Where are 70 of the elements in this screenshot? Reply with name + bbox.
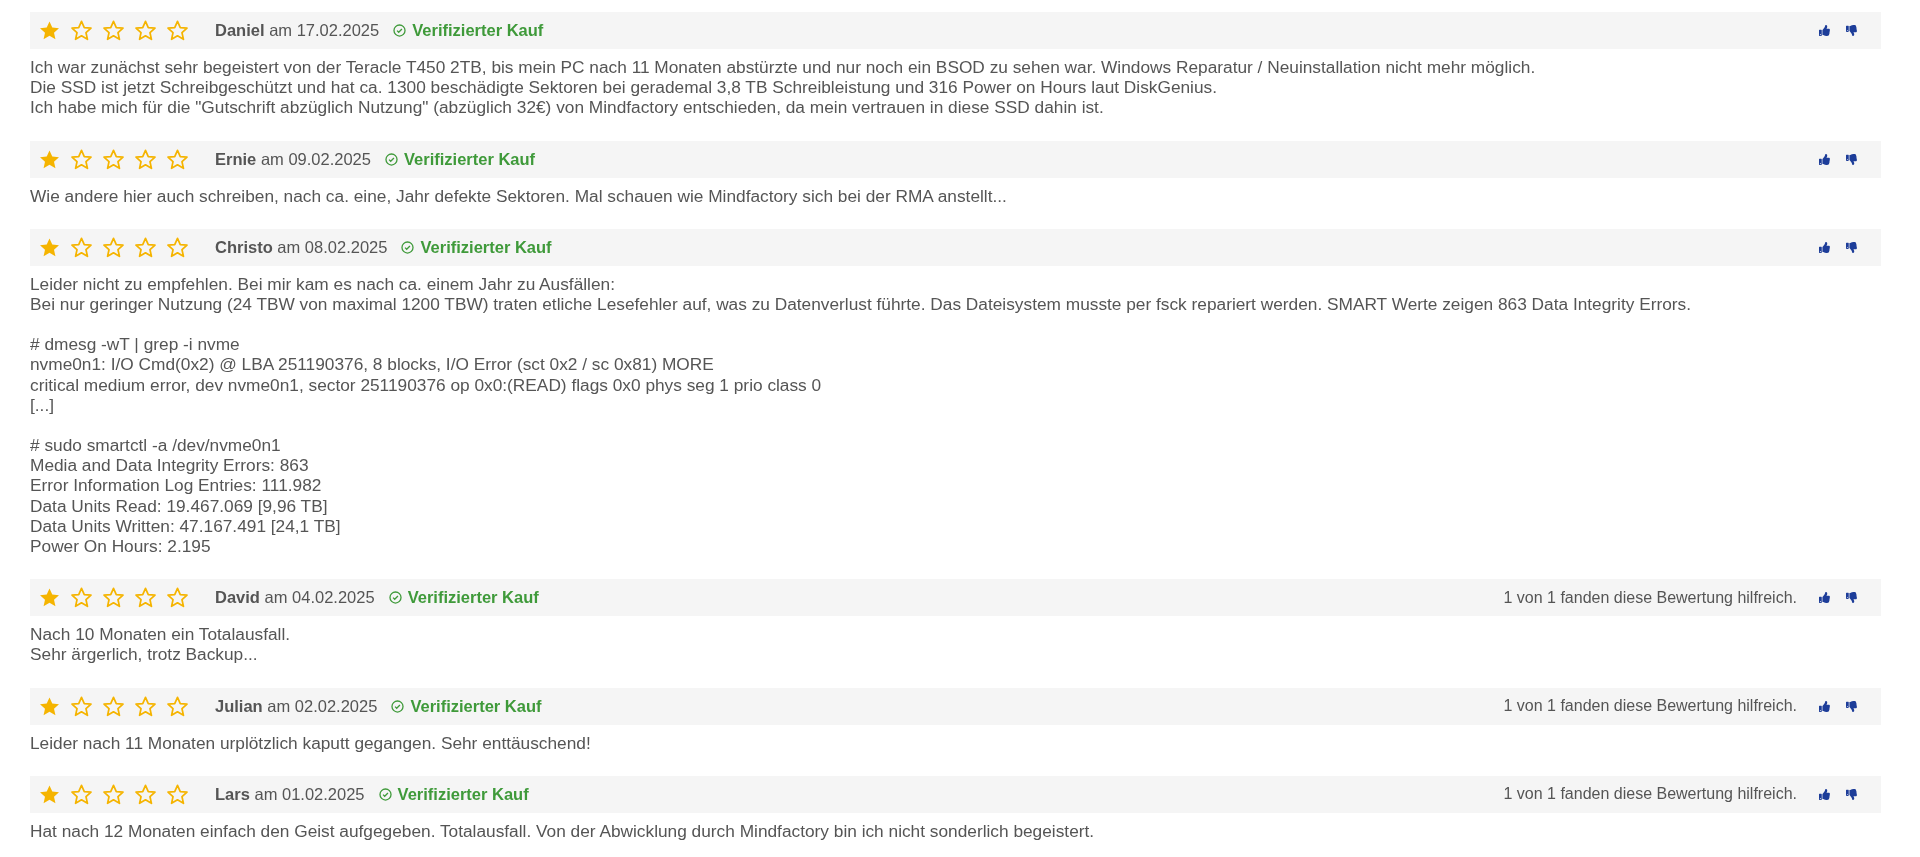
empty-star-icon	[166, 586, 189, 610]
empty-star-icon	[70, 147, 93, 171]
review-text: Leider nicht zu empfehlen. Bei mir kam es nach ca. einem Jahr zu Ausfällen: Bei nur geringer Nutzung (24 TBW von maximal 1200 TBW) traten etliche Lesefehler auf, was zu Datenverlust führte. Das Dateisystem musste per fsck repariert werden. SMART Werte zeigen 863 Data Integrity Errors.	[30, 273, 1692, 315]
thumbs-down-button[interactable]	[1846, 592, 1857, 604]
filled-star-icon	[38, 235, 61, 259]
empty-star-icon	[134, 147, 157, 171]
empty-star-icon	[166, 19, 189, 42]
thumbs-down-button[interactable]	[1846, 153, 1857, 165]
empty-star-icon	[70, 586, 93, 610]
empty-star-icon	[134, 235, 157, 259]
review-author: Ernie am 09.02.2025	[215, 149, 371, 169]
review-text: Wie andere hier auch schreiben, nach ca. eine, Jahr defekte Sektoren. Mal schauen wie Mindfactory sich bei der RMA anstellt...	[30, 185, 1008, 206]
helpful-count: 1 von 1 fanden diese Bewertung hilfreich.	[1503, 697, 1797, 716]
check-circle-icon	[378, 787, 392, 801]
review-author: Julian am 02.02.2025	[215, 696, 378, 716]
empty-star-icon	[134, 782, 157, 806]
filled-star-icon	[38, 782, 61, 806]
empty-star-icon	[134, 586, 157, 610]
empty-star-icon	[70, 19, 93, 42]
thumbs-up-button[interactable]	[1819, 25, 1830, 36]
empty-star-icon	[134, 694, 157, 718]
filled-star-icon	[38, 147, 61, 171]
verified-label: Verifizierter Kauf	[397, 784, 529, 804]
empty-star-icon	[166, 694, 189, 718]
empty-star-icon	[166, 235, 189, 259]
empty-star-icon	[70, 235, 93, 259]
thumbs-down-button[interactable]	[1846, 25, 1857, 36]
thumbs-down-button[interactable]	[1846, 700, 1857, 712]
thumbs-up-button[interactable]	[1819, 592, 1830, 604]
verified-label: Verifizierter Kauf	[410, 696, 542, 716]
helpful-count: 1 von 1 fanden diese Bewertung hilfreich.	[1503, 588, 1797, 607]
review-author: Daniel am 17.02.2025	[215, 21, 380, 40]
verified-label: Verifizierter Kauf	[412, 21, 544, 40]
check-circle-icon	[393, 24, 407, 37]
thumbs-down-button[interactable]	[1846, 241, 1857, 253]
verified-label: Verifizierter Kauf	[403, 149, 536, 169]
review-author: Lars am 01.02.2025	[215, 784, 365, 804]
helpful-count: 1 von 1 fanden diese Bewertung hilfreich.	[1503, 785, 1797, 804]
review-author: David am 04.02.2025	[215, 588, 375, 608]
empty-star-icon	[134, 19, 157, 42]
filled-star-icon	[38, 694, 61, 718]
thumbs-up-button[interactable]	[1819, 700, 1830, 712]
verified-label: Verifizierter Kauf	[420, 237, 552, 257]
empty-star-icon	[102, 19, 125, 42]
empty-star-icon	[166, 147, 189, 171]
thumbs-up-button[interactable]	[1819, 788, 1830, 800]
review-text: Leider nach 11 Monaten urplötzlich kaputt gegangen. Sehr enttäuschend!	[30, 732, 592, 753]
review-text: Hat nach 12 Monaten einfach den Geist aufgegeben. Totalausfall. Von der Abwicklung durch Mindfactory bin ich nicht sonderlich begeistert.	[30, 820, 1096, 842]
check-circle-icon	[384, 152, 398, 166]
check-circle-icon	[401, 240, 415, 254]
thumbs-down-button[interactable]	[1846, 788, 1857, 800]
empty-star-icon	[102, 586, 125, 610]
empty-star-icon	[102, 147, 125, 171]
empty-star-icon	[102, 694, 125, 718]
filled-star-icon	[38, 19, 61, 42]
review-text: # dmesg -wT | grep -i nvme nvme0n1: I/O Cmd(0x2) @ LBA 251190376, 8 blocks, I/O Error (sct 0x2 / sc 0x81) MORE critical medium error, dev nvme0n1, sector 251190376 op 0x0:(READ) flags 0x0 phys seg 1 prio class 0 [...]	[30, 334, 823, 416]
review-text: Ich war zunächst sehr begeistert von der Teracle T450 2TB, bis mein PC nach 11 Monaten abstürzte und nur noch ein BSOD zu sehen war. Windows Reparatur / Neuinstallation nicht mehr möglich. Die SSD ist jetzt Schreibgeschützt und hat ca. 1300 beschädigte Sektoren bei gerademal 3,8 TB Schreibleistung und 316 Power on Hours laut DiskGenius. Ich habe mich für die "Gutschrift abzüglich Nutzung" (abzüglich 32€) von Mindfactory entschieden, da mein vertrauen in diese SSD dahin ist.	[30, 57, 1537, 118]
check-circle-icon	[388, 591, 402, 605]
check-circle-icon	[391, 699, 405, 713]
empty-star-icon	[70, 694, 93, 718]
thumbs-up-button[interactable]	[1819, 153, 1830, 165]
empty-star-icon	[70, 782, 93, 806]
review-text: # sudo smartctl -a /dev/nvme0n1 Media and Data Integrity Errors: 863 Error Information Log Entries: 111.982 Data Units Read: 19.467.069 [9,96 TB] Data Units Written: 47.167.491 [24,1 TB] Power On Hours: 2.195	[30, 435, 342, 557]
verified-label: Verifizierter Kauf	[407, 588, 539, 608]
review-author: Christo am 08.02.2025	[215, 237, 388, 257]
empty-star-icon	[102, 782, 125, 806]
empty-star-icon	[102, 235, 125, 259]
empty-star-icon	[166, 782, 189, 806]
review-text: Nach 10 Monaten ein Totalausfall. Sehr ärgerlich, trotz Backup...	[30, 624, 292, 665]
thumbs-up-button[interactable]	[1819, 241, 1830, 253]
